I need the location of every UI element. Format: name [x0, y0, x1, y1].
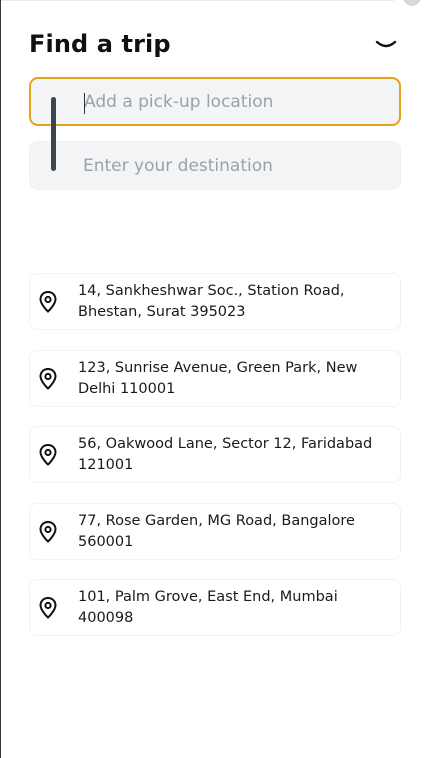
- location-item[interactable]: 77, Rose Garden, MG Road, Bangalore 5600…: [29, 503, 401, 560]
- map-pin-icon: [39, 443, 57, 466]
- location-address: 123, Sunrise Avenue, Green Park, New Del…: [78, 359, 358, 397]
- chevron-down-icon: [375, 40, 397, 48]
- location-address: 14, Sankheshwar Soc., Station Road, Bhes…: [78, 282, 345, 320]
- trip-panel: Find a trip 14, Sankheshwar Soc., Statio…: [0, 0, 425, 758]
- location-item[interactable]: 101, Palm Grove, East End, Mumbai 400098: [29, 579, 401, 636]
- location-item[interactable]: 14, Sankheshwar Soc., Station Road, Bhes…: [29, 273, 401, 330]
- panel-top-edge: [1, 0, 396, 4]
- text-cursor: [84, 93, 85, 114]
- corner-indicator: [403, 0, 421, 6]
- map-pin-icon: [39, 290, 57, 313]
- collapse-button[interactable]: [373, 36, 399, 54]
- map-pin-icon: [39, 367, 57, 390]
- map-pin-icon: [39, 596, 57, 619]
- location-address: 101, Palm Grove, East End, Mumbai 400098: [78, 588, 338, 626]
- location-address: 56, Oakwood Lane, Sector 12, Faridabad 1…: [78, 435, 373, 473]
- map-pin-icon: [39, 520, 57, 543]
- route-connector-line: [51, 97, 56, 171]
- header: Find a trip: [29, 30, 401, 64]
- location-item[interactable]: 56, Oakwood Lane, Sector 12, Faridabad 1…: [29, 426, 401, 483]
- pickup-input[interactable]: [84, 79, 384, 124]
- destination-field[interactable]: [29, 141, 401, 190]
- destination-input[interactable]: [83, 142, 383, 189]
- page-title: Find a trip: [29, 30, 171, 58]
- location-address: 77, Rose Garden, MG Road, Bangalore 5600…: [78, 512, 355, 550]
- location-item[interactable]: 123, Sunrise Avenue, Green Park, New Del…: [29, 350, 401, 407]
